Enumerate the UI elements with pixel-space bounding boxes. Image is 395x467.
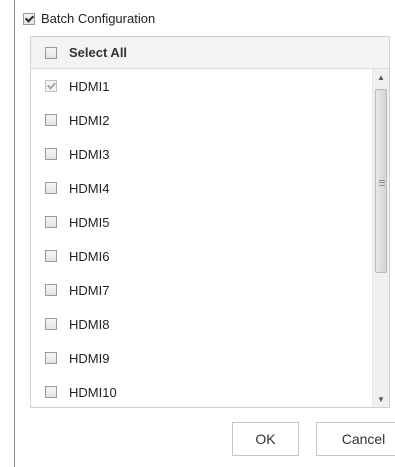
channel-row[interactable]: HDMI5 (31, 205, 371, 239)
channel-label: HDMI5 (69, 214, 110, 230)
channel-checkbox[interactable] (45, 148, 57, 160)
batch-configuration-checkbox[interactable] (23, 12, 35, 25)
channel-row[interactable]: HDMI3 (31, 137, 371, 171)
channel-label: HDMI10 (69, 384, 117, 400)
channel-label: HDMI1 (69, 78, 110, 94)
channel-row[interactable]: HDMI9 (31, 341, 371, 375)
channel-label: HDMI6 (69, 248, 110, 264)
vertical-scrollbar[interactable]: ▲ ▼ (372, 69, 389, 407)
select-all-label: Select All (69, 45, 128, 60)
channel-checkbox[interactable] (45, 216, 57, 228)
dialog: Batch Configuration Select All HDMI1 HDM… (14, 0, 395, 467)
batch-configuration-option[interactable]: Batch Configuration (23, 11, 155, 26)
scroll-grip-icon (379, 180, 385, 186)
channel-checkbox[interactable] (45, 352, 57, 364)
channel-row[interactable]: HDMI1 (31, 69, 371, 103)
batch-configuration-label: Batch Configuration (41, 11, 156, 26)
channel-row[interactable]: HDMI6 (31, 239, 371, 273)
scroll-down-arrow-icon[interactable]: ▼ (373, 391, 389, 407)
channel-row[interactable]: HDMI10 (31, 375, 371, 407)
channel-checkbox[interactable] (45, 284, 57, 296)
channel-checkbox[interactable] (45, 386, 57, 398)
channel-label: HDMI7 (69, 282, 110, 298)
ok-button[interactable]: OK (232, 422, 299, 456)
channel-label: HDMI8 (69, 316, 110, 332)
channel-checkbox[interactable] (45, 114, 57, 126)
channel-checkbox[interactable] (45, 250, 57, 262)
select-all-checkbox[interactable] (45, 46, 57, 59)
cancel-button[interactable]: Cancel (316, 422, 395, 456)
channel-label: HDMI4 (69, 180, 110, 196)
channel-row[interactable]: HDMI7 (31, 273, 371, 307)
channel-row[interactable]: HDMI4 (31, 171, 371, 205)
channel-label: HDMI3 (69, 146, 110, 162)
scroll-thumb[interactable] (375, 89, 387, 273)
channel-label: HDMI9 (69, 350, 110, 366)
channel-checkbox (45, 80, 57, 92)
scroll-up-arrow-icon[interactable]: ▲ (373, 69, 389, 85)
select-all-header[interactable]: Select All (31, 37, 389, 69)
channel-row[interactable]: HDMI8 (31, 307, 371, 341)
channel-label: HDMI2 (69, 112, 110, 128)
channel-checkbox[interactable] (45, 182, 57, 194)
channel-row[interactable]: HDMI2 (31, 103, 371, 137)
channel-checkbox[interactable] (45, 318, 57, 330)
channel-list: HDMI1 HDMI2 HDMI3 HDMI4 HDMI5 HDMI6 HDMI… (31, 69, 371, 407)
channel-list-panel: Select All HDMI1 HDMI2 HDMI3 HDMI4 HDMI5 (30, 36, 390, 408)
